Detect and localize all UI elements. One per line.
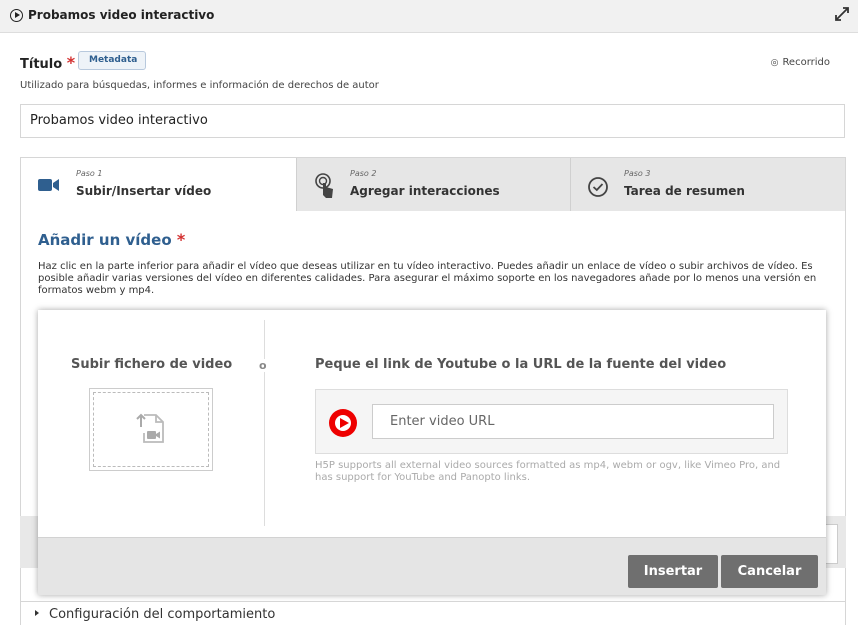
divider (264, 320, 265, 526)
video-list-edge (826, 524, 838, 564)
required-mark: * (66, 53, 76, 72)
upload-heading: Subir fichero de video (71, 357, 233, 372)
editor-titlebar: Probamos video interactivo (0, 0, 858, 33)
editor-title: Probamos video interactivo (28, 8, 215, 22)
step-number: Paso 3 (624, 169, 651, 178)
title-label: Título * (20, 53, 75, 72)
dialog-footer: Insertar Cancelar (38, 537, 826, 595)
step-label: Agregar interacciones (350, 184, 500, 198)
tab-upload-video[interactable]: Paso 1 Subir/Insertar vídeo (21, 158, 297, 211)
or-label: o (259, 359, 267, 372)
insert-button[interactable]: Insertar (628, 555, 718, 588)
tour-link[interactable]: Recorrido (771, 57, 830, 68)
required-mark: * (176, 230, 186, 249)
step-tabs: Paso 1 Subir/Insertar vídeo Paso 2 Agreg… (21, 158, 845, 211)
behaviour-settings-toggle[interactable]: Configuración del comportamiento (20, 601, 846, 625)
url-box: Enter video URL (315, 389, 788, 454)
add-video-dialog: Subir fichero de video o Peque el link d… (38, 310, 826, 595)
step-label: Tarea de resumen (624, 184, 745, 198)
expand-icon[interactable] (834, 6, 850, 22)
add-video-heading-text: Añadir un vídeo (38, 231, 172, 249)
upload-dropzone-inner (93, 392, 209, 467)
supported-sources-hint: H5P supports all external video sources … (315, 460, 781, 483)
add-video-description: Haz clic en la parte inferior para añadi… (38, 261, 817, 296)
youtube-icon (329, 409, 357, 437)
add-video-heading: Añadir un vídeo * (38, 230, 185, 249)
metadata-button[interactable]: Metadata (78, 51, 147, 70)
caret-right-icon (35, 610, 39, 616)
upload-dropzone[interactable] (89, 388, 213, 471)
play-circle-icon (10, 9, 23, 22)
url-heading: Peque el link de Youtube o la URL de la … (315, 357, 727, 372)
tab-add-interactions[interactable]: Paso 2 Agregar interacciones (297, 158, 571, 211)
video-url-input[interactable]: Enter video URL (372, 404, 774, 439)
step-number: Paso 2 (350, 169, 377, 178)
step-label: Subir/Insertar vídeo (76, 184, 212, 198)
behaviour-settings-label: Configuración del comportamiento (49, 607, 276, 622)
tab-summary-task[interactable]: Paso 3 Tarea de resumen (571, 158, 845, 211)
title-input[interactable]: Probamos video interactivo (20, 104, 845, 138)
video-camera-icon (38, 179, 59, 191)
title-label-text: Título (20, 57, 63, 72)
cancel-button[interactable]: Cancelar (721, 555, 818, 588)
upload-video-file-icon (136, 413, 164, 443)
title-description: Utilizado para búsquedas, informes e inf… (20, 80, 379, 91)
check-circle-icon (588, 177, 608, 197)
pointer-touch-icon (315, 173, 333, 198)
step-number: Paso 1 (76, 169, 103, 178)
